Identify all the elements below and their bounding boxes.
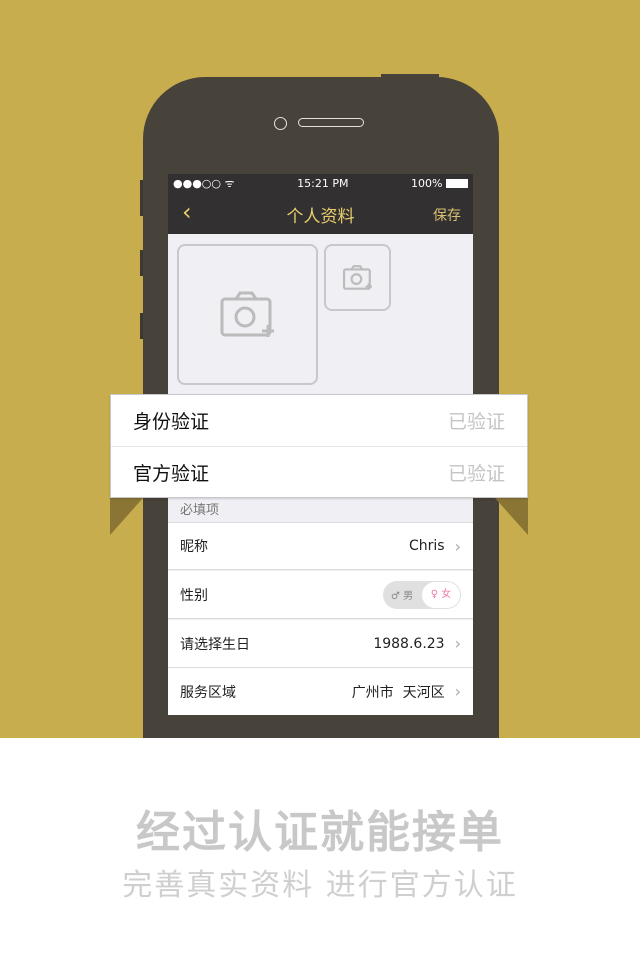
promo-subline: 完善真实资料 进行官方认证 xyxy=(122,868,518,903)
ribbon-fold-left xyxy=(110,498,143,535)
region-value: 广州市 天河区 xyxy=(351,684,445,701)
region-row[interactable]: 服务区域 广州市 天河区 › xyxy=(168,668,473,715)
battery: 100% xyxy=(411,177,468,190)
chevron-right-icon: › xyxy=(454,634,461,653)
birthday-label: 请选择生日 xyxy=(180,636,250,653)
gender-label: 性别 xyxy=(180,587,208,604)
birthday-row[interactable]: 请选择生日 1988.6.23 › xyxy=(168,620,473,668)
camera-plus-icon xyxy=(342,264,372,290)
nickname-row[interactable]: 昵称 Chris › xyxy=(168,522,473,570)
gender-toggle[interactable]: ♂ 男 ♀ 女 xyxy=(383,580,461,609)
status-time: 15:21 PM xyxy=(297,176,349,190)
nickname-label: 昵称 xyxy=(180,539,208,555)
nickname-value: Chris xyxy=(409,538,445,554)
status-bar: ●●●○○ ᯤ 15:21 PM 100% xyxy=(168,174,473,192)
battery-icon xyxy=(446,179,468,188)
front-camera xyxy=(274,117,287,130)
chevron-right-icon: › xyxy=(454,682,461,701)
identity-verify-row[interactable]: 身份验证 已验证 xyxy=(111,395,527,446)
battery-percent: 100% xyxy=(411,176,443,190)
chevron-right-icon: › xyxy=(454,536,461,556)
female-option[interactable]: ♀ 女 xyxy=(422,581,460,608)
section-header: 必填项 xyxy=(180,503,220,518)
official-verify-label: 官方验证 xyxy=(133,462,210,485)
gender-row: 性别 ♂ 男 ♀ 女 xyxy=(168,571,473,619)
ribbon-fold-right xyxy=(495,498,528,535)
add-photo-button[interactable] xyxy=(324,244,391,311)
page-title: 个人资料 xyxy=(286,207,355,227)
birthday-value: 1988.6.23 xyxy=(373,635,445,652)
background: ●●●○○ ᯤ 15:21 PM 100% ‹ 个人资料 保存 必填项 昵称 C… xyxy=(0,0,640,738)
identity-verify-status: 已验证 xyxy=(447,411,505,433)
nav-bar: ‹ 个人资料 保存 xyxy=(168,192,473,234)
official-verify-status: 已验证 xyxy=(447,462,505,485)
official-verify-row[interactable]: 官方验证 已验证 xyxy=(111,446,527,497)
add-main-photo-button[interactable] xyxy=(177,244,318,385)
male-option[interactable]: ♂ 男 xyxy=(391,587,413,602)
promo-headline: 经过认证就能接单 xyxy=(136,807,504,858)
region-label: 服务区域 xyxy=(180,684,236,701)
speaker xyxy=(298,118,364,127)
identity-verify-label: 身份验证 xyxy=(133,411,210,433)
verification-card: 身份验证 已验证 官方验证 已验证 xyxy=(110,394,528,498)
save-button[interactable]: 保存 xyxy=(433,205,461,225)
camera-plus-icon xyxy=(220,291,274,337)
signal-icon: ●●●○○ ᯤ xyxy=(173,176,235,190)
